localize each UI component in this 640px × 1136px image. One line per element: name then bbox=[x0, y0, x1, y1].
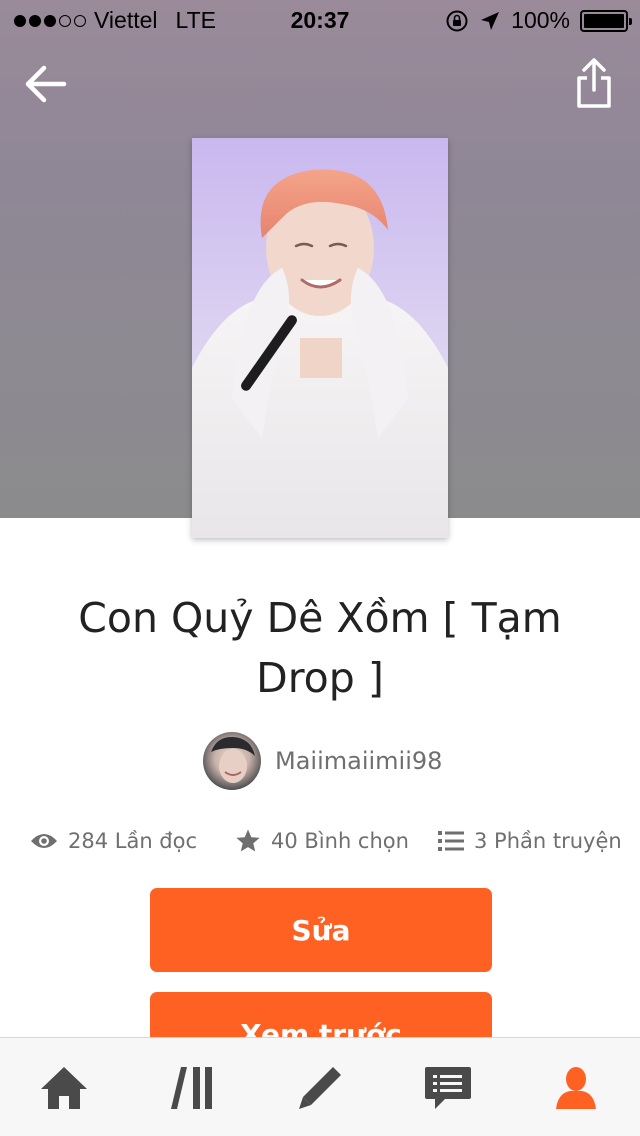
tab-write[interactable] bbox=[256, 1038, 384, 1136]
library-icon bbox=[171, 1066, 212, 1109]
story-cover-image bbox=[192, 138, 448, 538]
pencil-icon bbox=[299, 1066, 341, 1109]
story-title: Con Quỷ Dê Xồm [ Tạm Drop ] bbox=[78, 594, 562, 702]
edit-button[interactable]: Sửa bbox=[150, 888, 492, 972]
profile-icon bbox=[556, 1066, 596, 1109]
arrow-left-icon bbox=[25, 65, 67, 103]
star-icon bbox=[236, 829, 260, 852]
bottom-tab-bar bbox=[0, 1037, 640, 1136]
status-right: 100% bbox=[445, 7, 632, 34]
stat-reads: 284 Lần đọc bbox=[30, 829, 197, 853]
author-name[interactable]: Maiimaiimii98 bbox=[275, 747, 442, 775]
author-avatar[interactable] bbox=[203, 732, 261, 790]
rotation-lock-icon bbox=[446, 10, 468, 31]
stat-votes-label: 40 Bình chọn bbox=[271, 829, 409, 853]
battery-percent: 100% bbox=[511, 7, 570, 33]
cover-illustration bbox=[192, 169, 448, 538]
author-row[interactable]: Maiimaiimii98 bbox=[203, 732, 442, 790]
eye-icon bbox=[31, 834, 57, 848]
tab-library[interactable] bbox=[128, 1038, 256, 1136]
stat-votes: 40 Bình chọn bbox=[235, 828, 409, 854]
story-stats: 284 Lần đọc 40 Bình chọn 3 Phần truyện bbox=[30, 824, 630, 858]
tab-messages[interactable] bbox=[384, 1038, 512, 1136]
list-icon bbox=[438, 831, 464, 851]
share-icon bbox=[577, 58, 611, 108]
tab-home[interactable] bbox=[0, 1038, 128, 1136]
stat-parts: 3 Phần truyện bbox=[438, 829, 622, 853]
avatar-image bbox=[211, 736, 255, 783]
location-arrow-icon bbox=[481, 11, 500, 30]
status-bar: Viettel LTE 20:37 100% bbox=[0, 0, 640, 40]
share-button[interactable] bbox=[572, 56, 616, 112]
battery-icon bbox=[580, 9, 632, 32]
home-icon bbox=[41, 1066, 87, 1109]
back-button[interactable] bbox=[22, 60, 70, 108]
tab-profile[interactable] bbox=[512, 1038, 640, 1136]
stat-reads-label: 284 Lần đọc bbox=[68, 829, 198, 853]
message-icon bbox=[425, 1066, 471, 1109]
stat-parts-label: 3 Phần truyện bbox=[474, 829, 622, 853]
